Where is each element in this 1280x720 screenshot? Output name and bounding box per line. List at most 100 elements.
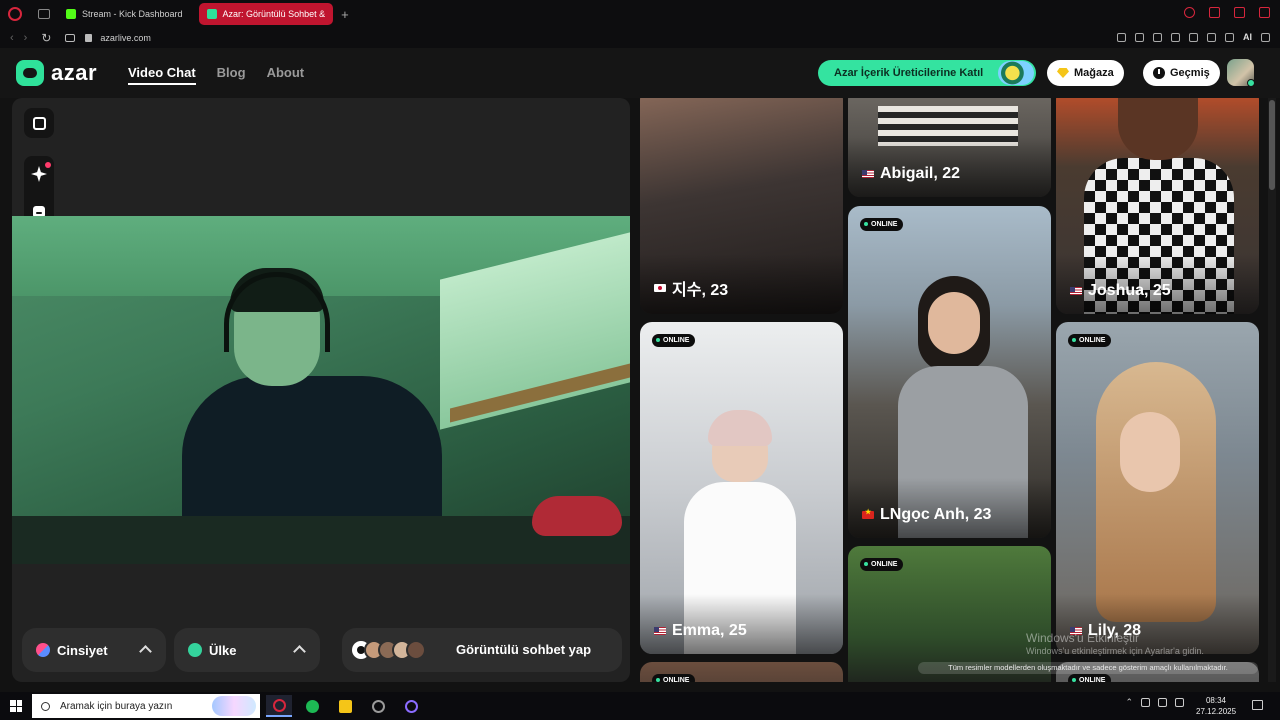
site-header: azar Video Chat Blog About Azar İçerik Ü… xyxy=(0,48,1280,98)
network-icon[interactable] xyxy=(1158,698,1167,707)
start-video-chat-button[interactable]: Görüntülü sohbet yap xyxy=(342,628,622,672)
screen: Stream - Kick Dashboard Azar: Görüntülü … xyxy=(0,0,1280,720)
nav-about[interactable]: About xyxy=(267,65,305,85)
close-icon[interactable] xyxy=(1259,7,1270,18)
scrollbar[interactable] xyxy=(1268,98,1276,682)
avatar[interactable] xyxy=(1227,59,1255,87)
profile-card[interactable]: ONLINE Lily, 28 xyxy=(1056,322,1259,654)
url-field[interactable]: azarlive.com xyxy=(100,33,151,43)
flag-us-icon xyxy=(862,170,874,178)
profile-card[interactable]: Joshua, 25 xyxy=(1056,98,1259,314)
video-controls: Cinsiyet Ülke Görüntülü sohbet yap xyxy=(22,628,622,672)
profile-name: Abigail, 22 xyxy=(862,165,960,183)
flag-vn-icon xyxy=(862,508,874,519)
profile-name-text: LNgọc Anh, 23 xyxy=(880,506,992,523)
camera-permission-icon[interactable] xyxy=(65,34,76,42)
tab-kick-dashboard[interactable]: Stream - Kick Dashboard xyxy=(58,3,191,25)
profile-card[interactable]: ONLINE LNgọc Anh, 23 xyxy=(848,206,1051,538)
new-tab-icon[interactable]: + xyxy=(341,7,349,22)
taskbar-app-assistant[interactable] xyxy=(398,695,424,717)
windows-taskbar: Aramak için buraya yazın ⌃ 08:34 27.12.2… xyxy=(0,692,1280,720)
shop-button[interactable]: Mağaza xyxy=(1047,60,1124,86)
taskbar-app-zap[interactable] xyxy=(332,695,358,717)
obs-icon xyxy=(371,699,385,713)
sparkle-effects-icon[interactable] xyxy=(31,166,47,182)
search-icon xyxy=(41,701,50,711)
tab-search-icon[interactable] xyxy=(1184,7,1195,18)
search-highlight-art xyxy=(212,696,256,716)
watermark-title: Windows'u Etkinleştir xyxy=(1026,631,1139,645)
snapshot-icon[interactable] xyxy=(1135,32,1144,42)
profile-card[interactable]: 지수, 23 xyxy=(640,98,843,314)
logo-text: azar xyxy=(51,60,98,85)
tab-azar[interactable]: Azar: Görüntülü Sohbet & xyxy=(198,3,334,25)
profile-name: 지수, 23 xyxy=(654,276,728,300)
tab-label: Stream - Kick Dashboard xyxy=(82,9,183,19)
wallet-icon[interactable] xyxy=(1207,32,1216,42)
profile-name: LNgọc Anh, 23 xyxy=(862,506,991,524)
ai-button[interactable]: AI xyxy=(1243,32,1252,42)
gender-filter-button[interactable]: Cinsiyet xyxy=(22,628,166,672)
maximize-icon[interactable] xyxy=(1234,7,1245,18)
microphone-icon[interactable] xyxy=(1141,698,1150,707)
taskbar-search-input[interactable]: Aramak için buraya yazın xyxy=(32,694,260,718)
profile-card[interactable]: ONLINE xyxy=(640,662,843,682)
profile-card[interactable]: ONLINE Emma, 25 xyxy=(640,322,843,654)
expand-button[interactable] xyxy=(24,108,54,138)
history-button[interactable]: Geçmiş xyxy=(1143,60,1220,86)
taskbar-app-opera[interactable] xyxy=(266,695,292,717)
gender-filter-label: Cinsiyet xyxy=(57,642,108,658)
menu-icon[interactable] xyxy=(1261,32,1270,42)
zap-icon xyxy=(338,699,352,713)
taskbar-search-placeholder: Aramak için buraya yazın xyxy=(60,700,173,712)
pin-icon[interactable] xyxy=(1117,32,1126,42)
browser-addressbar: ‹ › ↻ azarlive.com AI xyxy=(0,28,1280,48)
nav-blog[interactable]: Blog xyxy=(217,65,246,85)
flag-kr-icon xyxy=(654,284,666,292)
player-icon[interactable] xyxy=(1171,32,1180,42)
video-panel: Cinsiyet Ülke Görüntülü sohbet yap xyxy=(12,98,630,682)
heart-icon[interactable] xyxy=(1189,32,1198,42)
clock-date: 27.12.2025 xyxy=(1196,707,1237,716)
scroll-thumb[interactable] xyxy=(1269,100,1275,190)
minimize-icon[interactable] xyxy=(1209,7,1220,18)
back-icon[interactable]: ‹ xyxy=(10,32,14,44)
user-faces-stack xyxy=(364,640,426,660)
reload-icon[interactable]: ↻ xyxy=(41,31,51,45)
taskbar-clock[interactable]: 08:34 27.12.2025 xyxy=(1196,695,1236,717)
tab-overview-icon[interactable] xyxy=(38,9,50,19)
notification-center-icon[interactable] xyxy=(1252,700,1263,710)
creator-join-button[interactable]: Azar İçerik Üreticilerine Katıl xyxy=(818,60,1036,86)
country-filter-button[interactable]: Ülke xyxy=(174,628,320,672)
webcam-preview xyxy=(12,216,630,564)
nav-video-chat[interactable]: Video Chat xyxy=(128,65,196,85)
forward-icon[interactable]: › xyxy=(24,32,28,44)
profile-name-text: Emma, 25 xyxy=(672,622,747,639)
browser-toolbar-icons: AI xyxy=(1117,32,1270,42)
opera-logo-icon[interactable] xyxy=(8,7,22,21)
online-badge: ONLINE xyxy=(652,334,696,347)
webcam-mouse xyxy=(532,496,622,536)
tab-label: Azar: Görüntülü Sohbet & xyxy=(222,9,326,19)
creator-join-label: Azar İçerik Üreticilerine Katıl xyxy=(834,67,984,79)
photo-beanie xyxy=(708,410,772,446)
profile-name-text: Joshua, 25 xyxy=(1088,282,1171,299)
azar-logo[interactable]: azar xyxy=(16,60,97,86)
lock-icon[interactable] xyxy=(85,34,93,42)
main-nav: Video Chat Blog About xyxy=(128,65,304,85)
tray-expand-icon[interactable]: ⌃ xyxy=(1125,697,1133,708)
windows-start-icon[interactable] xyxy=(10,700,22,712)
online-badge: ONLINE xyxy=(860,558,904,571)
taskbar-app-spotify[interactable] xyxy=(299,695,325,717)
profile-name-text: 지수, 23 xyxy=(672,282,729,299)
shield-icon[interactable] xyxy=(1153,32,1162,42)
online-badge: ONLINE xyxy=(1068,674,1112,682)
taskbar-app-obs[interactable] xyxy=(365,695,391,717)
gem-icon xyxy=(1057,68,1069,78)
download-icon[interactable] xyxy=(1225,32,1234,42)
online-badge: ONLINE xyxy=(860,218,904,231)
profile-card[interactable]: Abigail, 22 xyxy=(848,98,1051,197)
start-video-chat-label: Görüntülü sohbet yap xyxy=(456,642,592,657)
chevron-up-icon xyxy=(293,645,306,658)
volume-icon[interactable] xyxy=(1175,698,1184,707)
